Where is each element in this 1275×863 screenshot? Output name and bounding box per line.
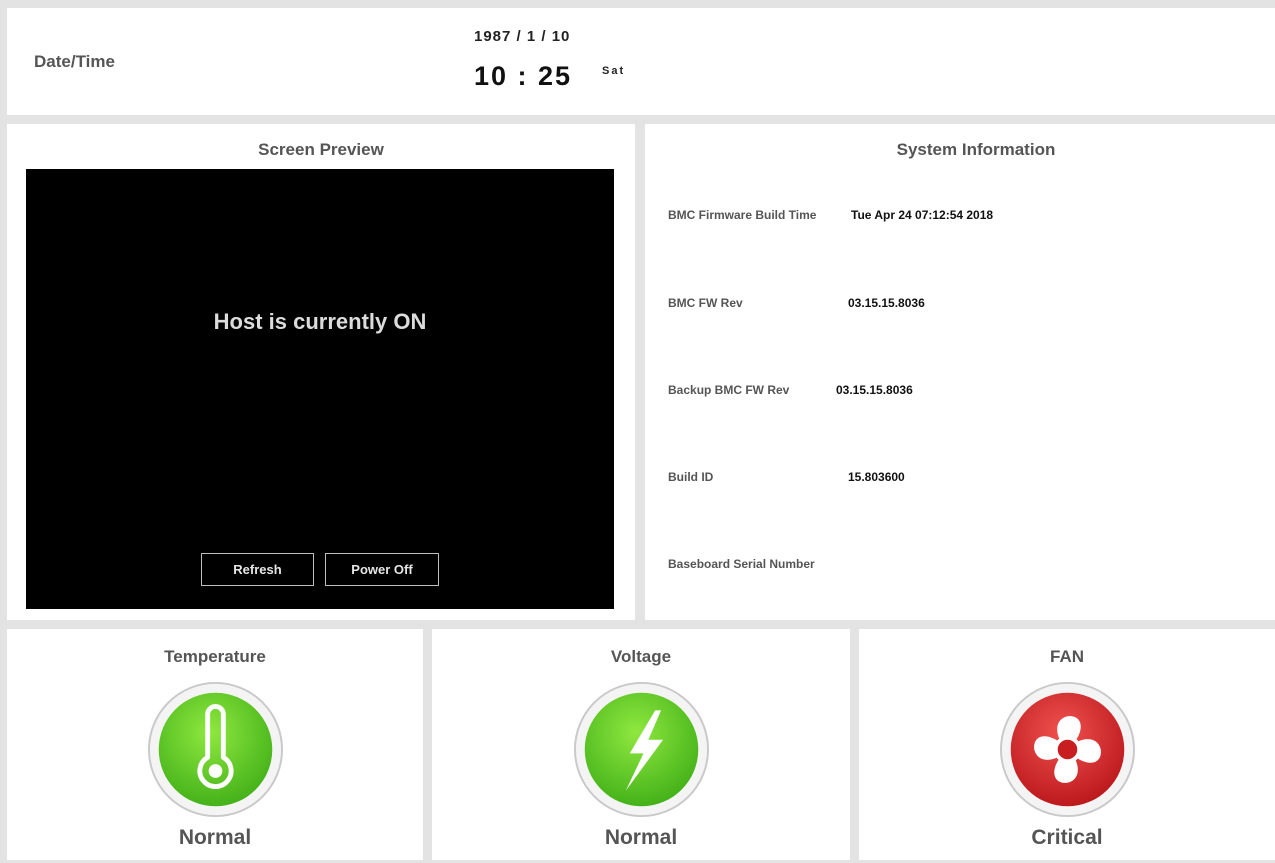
datetime-panel: Date/Time 1987 / 1 / 10 10 : 25 Sat	[7, 8, 1275, 115]
lightning-icon	[573, 681, 710, 818]
info-value: 03.15.15.8036	[848, 296, 925, 310]
fan-icon	[999, 681, 1136, 818]
temperature-status: Normal	[178, 826, 252, 849]
info-value: Tue Apr 24 07:12:54 2018	[851, 208, 994, 222]
voltage-panel[interactable]: Voltage Normal	[432, 629, 850, 860]
day-value: Sat	[602, 65, 626, 77]
time-value: 10 : 25	[474, 61, 573, 91]
thermometer-icon	[147, 681, 284, 818]
info-label: BMC FW Rev	[668, 296, 743, 310]
temperature-panel[interactable]: Temperature Normal	[7, 629, 423, 860]
screen-preview-title: Screen Preview	[258, 140, 384, 159]
screen-preview-panel: Screen Preview Host is currently ON Refr…	[7, 124, 635, 620]
info-label: Baseboard Serial Number	[668, 557, 815, 571]
fan-title: FAN	[1050, 647, 1084, 666]
fan-status: Critical	[1031, 826, 1103, 849]
system-information-title: System Information	[896, 140, 1056, 159]
host-status-message: Host is currently ON	[213, 309, 427, 334]
temperature-title: Temperature	[164, 647, 266, 666]
info-label: BMC Firmware Build Time	[668, 208, 817, 222]
date-value: 1987 / 1 / 10	[474, 28, 571, 45]
voltage-status: Normal	[604, 826, 678, 849]
info-value: 03.15.15.8036	[836, 383, 913, 397]
voltage-title: Voltage	[610, 647, 672, 666]
info-label: Build ID	[668, 470, 714, 484]
screen-preview-display[interactable]: Host is currently ON Refresh Power Off	[26, 169, 614, 609]
refresh-button[interactable]: Refresh	[201, 553, 314, 586]
info-value: 15.803600	[848, 470, 905, 484]
datetime-label: Date/Time	[34, 52, 115, 71]
info-label: Backup BMC FW Rev	[668, 383, 790, 397]
power-off-button[interactable]: Power Off	[325, 553, 439, 586]
fan-panel[interactable]: FAN Critical	[859, 629, 1275, 860]
system-information-panel: System Information BMC Firmware Build Ti…	[645, 124, 1275, 620]
